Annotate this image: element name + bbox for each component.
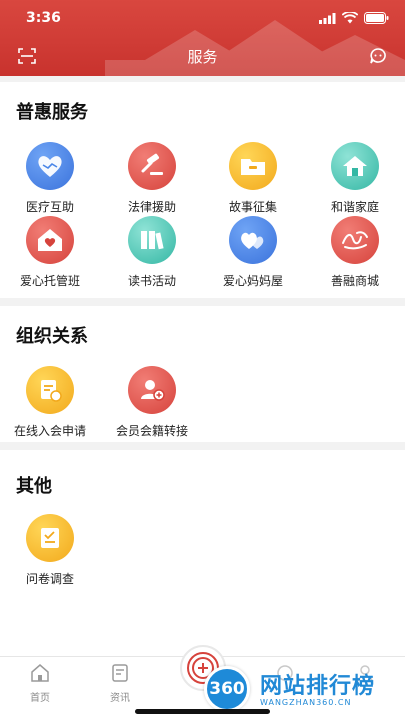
- service-label: 读书活动: [127, 274, 176, 288]
- battery-icon: [364, 12, 389, 24]
- service-label: 爱心托管班: [19, 274, 80, 288]
- nav-bar: 服务: [0, 42, 405, 70]
- watermark-subtext: WANGZHAN360.CN: [260, 698, 352, 707]
- status-bar: 3:36: [0, 8, 405, 30]
- tab-news[interactable]: 资讯: [90, 661, 150, 704]
- heart-house-icon: [26, 216, 74, 264]
- service-label: 问卷调查: [25, 572, 74, 586]
- status-time: 3:36: [26, 10, 61, 26]
- watermark-text: 网站排行榜: [260, 674, 376, 699]
- service-label: 和谐家庭: [330, 200, 379, 214]
- service-label: 善融商城: [330, 274, 379, 288]
- tab-label: 资讯: [110, 693, 130, 704]
- service-label: 故事征集: [228, 200, 277, 214]
- signal-icon: [319, 12, 336, 24]
- service-shanrong-mall[interactable]: 善融商城: [310, 216, 400, 289]
- user-add-icon: [128, 366, 176, 414]
- news-icon: [112, 664, 128, 682]
- service-membership-transfer[interactable]: 会员会籍转接: [107, 366, 197, 439]
- tab-label: 首页: [30, 693, 50, 704]
- service-care-class[interactable]: 爱心托管班: [5, 216, 95, 289]
- section-title: 其他: [16, 476, 52, 497]
- page-title: 服务: [187, 48, 218, 66]
- gavel-icon: [128, 142, 176, 190]
- books-icon: [128, 216, 176, 264]
- service-questionnaire[interactable]: 问卷调查: [5, 514, 95, 587]
- service-mother-room[interactable]: 爱心妈妈屋: [208, 216, 298, 289]
- service-medical-aid[interactable]: 医疗互助: [5, 142, 95, 215]
- service-label: 爱心妈妈屋: [222, 274, 283, 288]
- section-zuzhi: 组织关系 在线入会申请 会员会籍转接: [0, 306, 405, 442]
- app-header: 3:36 服务: [0, 0, 405, 76]
- application-form-icon: [26, 366, 74, 414]
- watermark-badge: 360: [204, 666, 250, 712]
- section-title: 普惠服务: [16, 102, 88, 123]
- status-indicators: [319, 12, 389, 24]
- service-label: 医疗互助: [25, 200, 74, 214]
- shanrong-logo-icon: [331, 216, 379, 264]
- tab-home[interactable]: 首页: [10, 661, 70, 704]
- service-label: 会员会籍转接: [115, 424, 188, 438]
- message-icon[interactable]: [369, 47, 387, 65]
- service-harmonious-family[interactable]: 和谐家庭: [310, 142, 400, 215]
- two-hearts-icon: [229, 216, 277, 264]
- home-icon: [31, 664, 49, 682]
- service-reading[interactable]: 读书活动: [107, 216, 197, 289]
- home-indicator: [135, 709, 270, 714]
- questionnaire-icon: [26, 514, 74, 562]
- service-legal-aid[interactable]: 法律援助: [107, 142, 197, 215]
- section-qita: 其他 问卷调查: [0, 450, 405, 656]
- service-label: 在线入会申请: [13, 424, 86, 438]
- section-puhui: 普惠服务 医疗互助 法律援助 故事征集 和谐家庭 爱心托管班 读书活动 爱心妈妈…: [0, 82, 405, 298]
- service-label: 法律援助: [127, 200, 176, 214]
- folder-icon: [229, 142, 277, 190]
- service-online-membership[interactable]: 在线入会申请: [5, 366, 95, 439]
- house-icon: [331, 142, 379, 190]
- service-story-collection[interactable]: 故事征集: [208, 142, 298, 215]
- section-title: 组织关系: [16, 326, 88, 347]
- handshake-heart-icon: [26, 142, 74, 190]
- wifi-icon: [342, 12, 358, 24]
